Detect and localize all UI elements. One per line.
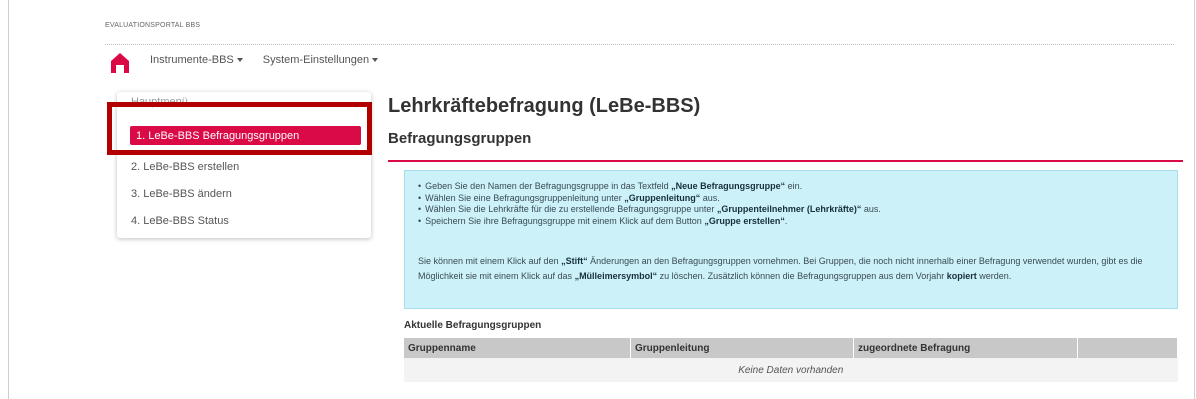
column-header-gruppenname[interactable]: Gruppenname bbox=[404, 338, 631, 358]
info-paragraph: Sie können mit einem Klick auf den „Stif… bbox=[418, 256, 1143, 281]
page-title: Lehrkräftebefragung (LeBe-BBS) bbox=[388, 95, 701, 117]
divider bbox=[105, 44, 1174, 45]
brand-text: EVALUATIONSPORTAL BBS bbox=[105, 22, 201, 29]
sidebar-item-erstellen[interactable]: 2. LeBe-BBS erstellen bbox=[131, 161, 239, 173]
instruction-item: Wählen Sie eine Befragungsgruppenleitung… bbox=[418, 193, 881, 205]
groups-table: Gruppenname Gruppenleitung zugeordnete B… bbox=[404, 338, 1178, 382]
table-title: Aktuelle Befragungsgruppen bbox=[404, 320, 542, 331]
top-nav: Instrumente-BBS System-Einstellungen bbox=[150, 54, 379, 66]
info-box: Geben Sie den Namen der Befragungsgruppe… bbox=[404, 170, 1178, 309]
caret-down-icon bbox=[372, 58, 379, 63]
home-icon[interactable] bbox=[110, 52, 130, 74]
sidebar-item-aendern[interactable]: 3. LeBe-BBS ändern bbox=[131, 188, 232, 200]
nav-system-einstellungen[interactable]: System-Einstellungen bbox=[263, 54, 379, 66]
instruction-item: Geben Sie den Namen der Befragungsgruppe… bbox=[418, 181, 881, 193]
empty-message: Keine Daten vorhanden bbox=[404, 358, 1178, 382]
instruction-item: Wählen Sie die Lehrkräfte für die zu ers… bbox=[418, 204, 881, 216]
column-header-actions bbox=[1077, 338, 1178, 358]
sidebar-item-status[interactable]: 4. LeBe-BBS Status bbox=[131, 215, 229, 227]
instruction-list: Geben Sie den Namen der Befragungsgruppe… bbox=[418, 181, 881, 227]
caret-down-icon bbox=[236, 58, 243, 63]
nav-instrumente[interactable]: Instrumente-BBS bbox=[150, 54, 243, 66]
section-title: Befragungsgruppen bbox=[388, 130, 532, 147]
annotation-highlight-box bbox=[107, 102, 372, 155]
section-divider bbox=[388, 160, 1183, 162]
column-header-befragung[interactable]: zugeordnete Befragung bbox=[853, 338, 1078, 358]
table-row: Keine Daten vorhanden bbox=[404, 358, 1178, 382]
table-header-row: Gruppenname Gruppenleitung zugeordnete B… bbox=[404, 338, 1178, 358]
column-header-gruppenleitung[interactable]: Gruppenleitung bbox=[630, 338, 854, 358]
instruction-item: Speichern Sie ihre Befragungsgruppe mit … bbox=[418, 216, 881, 228]
